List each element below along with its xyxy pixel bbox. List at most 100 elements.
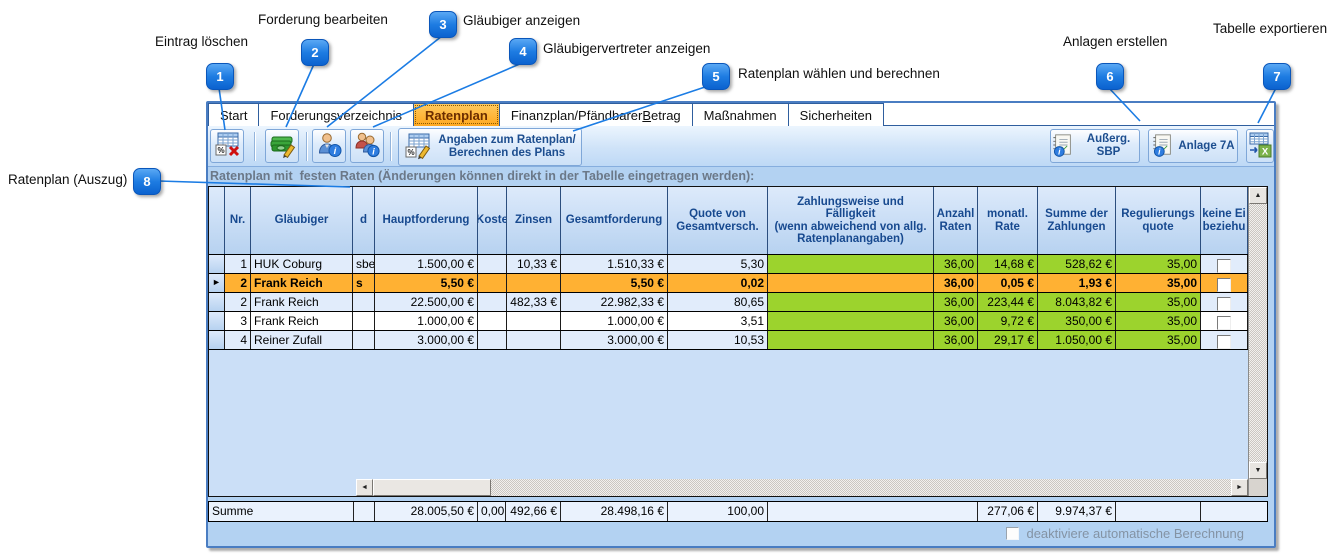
column-header-kosten[interactable]: Koste — [478, 187, 507, 254]
column-header-zahlungsweise[interactable]: Zahlungsweise und Fälligkeit (wenn abweich… — [768, 187, 934, 254]
cell-hauptforderung[interactable]: 1.000,00 € — [375, 312, 478, 330]
vertical-scrollbar[interactable]: ▲ ▼ — [1248, 187, 1267, 496]
cell-nr[interactable]: 4 — [225, 331, 251, 349]
cell-zahlungsweise[interactable] — [768, 255, 934, 273]
column-header-glaeubiger[interactable]: Gläubiger — [251, 187, 353, 254]
show-creditor-representative-button[interactable]: i — [350, 129, 384, 163]
cell-gesamtforderung[interactable]: 1.000,00 € — [561, 312, 668, 330]
cell-quote[interactable]: 10,53 — [668, 331, 768, 349]
table-row[interactable]: 4 Reiner Zufall 3.000,00 €3.000,00 €10,53 3… — [209, 331, 1248, 350]
cell-anzahl-raten[interactable]: 36,00 — [934, 331, 978, 349]
column-header-d[interactable]: d — [353, 187, 375, 254]
no-inclusion-checkbox[interactable] — [1217, 334, 1231, 349]
scroll-right-button[interactable]: ► — [1231, 479, 1248, 496]
cell-gesamtforderung[interactable]: 1.510,33 € — [561, 255, 668, 273]
cell-quote[interactable]: 5,30 — [668, 255, 768, 273]
cell-nr[interactable]: 3 — [225, 312, 251, 330]
anlage-7a-button[interactable]: i Anlage 7A — [1148, 129, 1238, 163]
cell-monatl-rate[interactable]: 223,44 € — [978, 293, 1038, 311]
tab-forderungsverzeichnis[interactable]: Forderungsverzeichnis — [258, 103, 414, 126]
cell-row-selector[interactable] — [209, 331, 225, 349]
cell-regulierungsquote[interactable]: 35,00 — [1116, 331, 1201, 349]
cell-zahlungsweise[interactable] — [768, 331, 934, 349]
cell-kosten[interactable] — [478, 312, 507, 330]
cell-gesamtforderung[interactable]: 3.000,00 € — [561, 331, 668, 349]
column-header-regulierungsquote[interactable]: Regulierungs quote — [1116, 187, 1201, 254]
cell-zinsen[interactable] — [507, 312, 561, 330]
cell-anzahl-raten[interactable]: 36,00 — [934, 274, 978, 292]
column-header-zinsen[interactable]: Zinsen — [507, 187, 561, 254]
cell-kosten[interactable] — [478, 255, 507, 273]
cell-quote[interactable]: 80,65 — [668, 293, 768, 311]
no-inclusion-checkbox[interactable] — [1217, 315, 1231, 330]
cell-summe-zahlungen[interactable]: 1,93 € — [1038, 274, 1116, 292]
cell-anzahl-raten[interactable]: 36,00 — [934, 255, 978, 273]
cell-d[interactable] — [353, 312, 375, 330]
tab-ratenplan[interactable]: Ratenplan — [412, 103, 500, 126]
cell-zahlungsweise[interactable] — [768, 274, 934, 292]
cell-d[interactable]: s — [353, 274, 375, 292]
tab-finanzplan[interactable]: Finanzplan/Pfändbarer Betrag — [498, 103, 693, 126]
cell-nr[interactable]: 2 — [225, 274, 251, 292]
cell-quote[interactable]: 3,51 — [668, 312, 768, 330]
cell-monatl-rate[interactable]: 29,17 € — [978, 331, 1038, 349]
cell-zinsen[interactable]: 10,33 € — [507, 255, 561, 273]
cell-glaeubiger[interactable]: Frank Reich — [251, 274, 353, 292]
cell-summe-zahlungen[interactable]: 350,00 € — [1038, 312, 1116, 330]
cell-glaeubiger[interactable]: HUK Coburg — [251, 255, 353, 273]
column-header-summe-zahlungen[interactable]: Summe der Zahlungen — [1038, 187, 1116, 254]
cell-row-selector[interactable]: ► — [209, 274, 225, 292]
cell-d[interactable] — [353, 331, 375, 349]
cell-nr[interactable]: 1 — [225, 255, 251, 273]
no-inclusion-checkbox[interactable] — [1217, 258, 1231, 273]
ausserg-sbp-button[interactable]: i Außerg. SBP — [1050, 129, 1140, 163]
tab-massnahmen[interactable]: Maßnahmen — [691, 103, 789, 126]
column-header-keine-einbeziehung[interactable]: keine Ei beziehu — [1201, 187, 1248, 254]
h-scroll-track[interactable] — [491, 479, 1231, 496]
cell-d[interactable]: sbei — [353, 255, 375, 273]
horizontal-scrollbar[interactable]: ◄ ► — [356, 479, 1248, 496]
cell-hauptforderung[interactable]: 22.500,00 € — [375, 293, 478, 311]
cell-gesamtforderung[interactable]: 5,50 € — [561, 274, 668, 292]
cell-summe-zahlungen[interactable]: 1.050,00 € — [1038, 331, 1116, 349]
cell-keine-einbeziehung[interactable] — [1201, 293, 1248, 311]
cell-zinsen[interactable] — [507, 274, 561, 292]
tab-start[interactable]: Start — [208, 103, 260, 126]
column-header-hauptforderung[interactable]: Hauptforderung — [375, 187, 478, 254]
table-row[interactable]: 3 Frank Reich 1.000,00 €1.000,00 €3,51 36,0… — [209, 312, 1248, 331]
cell-glaeubiger[interactable]: Frank Reich — [251, 293, 353, 311]
cell-zinsen[interactable] — [507, 331, 561, 349]
cell-zahlungsweise[interactable] — [768, 312, 934, 330]
cell-keine-einbeziehung[interactable] — [1201, 312, 1248, 330]
table-row-selected[interactable]: ► 2 Frank Reich s 5,50 €5,50 €0,02 36,00 0,05 … — [209, 274, 1248, 293]
cell-anzahl-raten[interactable]: 36,00 — [934, 312, 978, 330]
cell-regulierungsquote[interactable]: 35,00 — [1116, 312, 1201, 330]
cell-row-selector[interactable] — [209, 312, 225, 330]
cell-kosten[interactable] — [478, 331, 507, 349]
column-header-row-selector[interactable] — [209, 187, 225, 254]
cell-hauptforderung[interactable]: 5,50 € — [375, 274, 478, 292]
column-header-nr[interactable]: Nr. — [225, 187, 251, 254]
cell-monatl-rate[interactable]: 9,72 € — [978, 312, 1038, 330]
no-inclusion-checkbox[interactable] — [1217, 277, 1231, 292]
cell-nr[interactable]: 2 — [225, 293, 251, 311]
scroll-down-button[interactable]: ▼ — [1249, 462, 1267, 479]
cell-d[interactable] — [353, 293, 375, 311]
cell-anzahl-raten[interactable]: 36,00 — [934, 293, 978, 311]
cell-summe-zahlungen[interactable]: 8.043,82 € — [1038, 293, 1116, 311]
ratenplan-settings-button[interactable]: % Angaben zum Ratenplan/ Berechnen des P… — [398, 128, 582, 166]
cell-zinsen[interactable]: 482,33 € — [507, 293, 561, 311]
cell-glaeubiger[interactable]: Frank Reich — [251, 312, 353, 330]
cell-kosten[interactable] — [478, 274, 507, 292]
delete-entry-button[interactable]: % — [210, 129, 244, 163]
cell-regulierungsquote[interactable]: 35,00 — [1116, 255, 1201, 273]
cell-row-selector[interactable] — [209, 255, 225, 273]
cell-keine-einbeziehung[interactable] — [1201, 331, 1248, 349]
cell-monatl-rate[interactable]: 0,05 € — [978, 274, 1038, 292]
table-row[interactable]: 1HUK Coburgsbei1.500,00 € 10,33 €1.510,33… — [209, 255, 1248, 274]
auto-calc-checkbox[interactable] — [1006, 527, 1020, 540]
table-row[interactable]: 2 Frank Reich 22.500,00 € 482,33 €22.982,33… — [209, 293, 1248, 312]
cell-kosten[interactable] — [478, 293, 507, 311]
export-table-button[interactable]: X — [1246, 129, 1274, 163]
no-inclusion-checkbox[interactable] — [1217, 296, 1231, 311]
